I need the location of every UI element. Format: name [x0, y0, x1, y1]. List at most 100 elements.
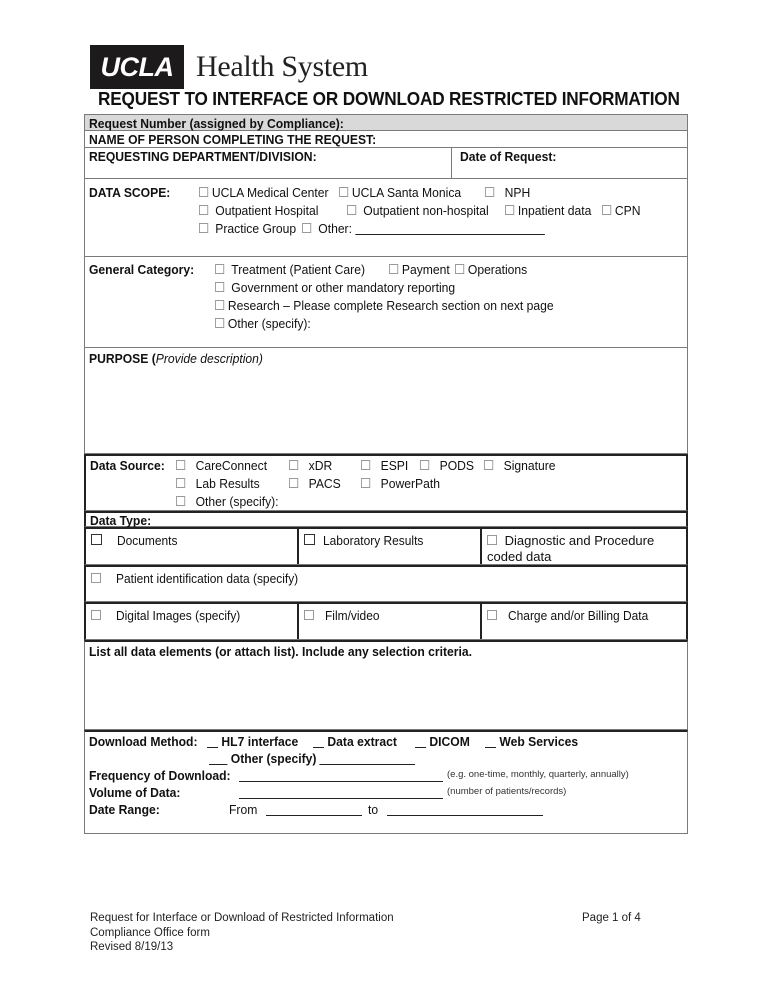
date-to-label: to	[368, 802, 379, 817]
source-careconnect[interactable]: CareConnect	[176, 458, 267, 473]
checkbox-icon	[361, 460, 371, 470]
category-treatment[interactable]: Treatment (Patient Care)	[215, 262, 365, 277]
checkbox-icon	[289, 478, 299, 488]
source-pods[interactable]: PODS	[420, 458, 474, 473]
category-payment[interactable]: Payment	[389, 262, 450, 277]
type-patient-identification[interactable]: Patient identification data (specify)	[86, 567, 686, 601]
scope-nph[interactable]: NPH	[485, 185, 530, 200]
footer-revised: Revised 8/19/13	[90, 941, 174, 953]
date-to-input[interactable]	[387, 802, 543, 817]
footer-form-name: Request for Interface or Download of Res…	[90, 912, 394, 924]
department-label: REQUESTING DEPARTMENT/DIVISION:	[89, 149, 317, 164]
checkbox-icon	[215, 300, 225, 310]
date-range-label: Date Range:	[89, 802, 160, 817]
source-espi[interactable]: ESPI	[361, 458, 408, 473]
date-from-input[interactable]	[266, 802, 362, 817]
data-type-row-1: Documents Laboratory Results Diagnostic …	[84, 527, 688, 565]
checkbox-icon	[176, 478, 186, 488]
checkbox-icon	[304, 534, 315, 545]
checkbox-icon	[199, 205, 209, 215]
type-documents[interactable]: Documents	[86, 529, 299, 564]
download-section: Download Method: HL7 interface Data extr…	[84, 730, 688, 834]
checkbox-icon	[304, 610, 314, 620]
scope-ucla-medical-center[interactable]: UCLA Medical Center	[199, 185, 329, 200]
date-of-request-field[interactable]: Date of Request:	[460, 149, 565, 164]
method-hl7[interactable]: HL7 interface	[207, 734, 298, 749]
method-other-input[interactable]	[319, 752, 416, 765]
source-powerpath[interactable]: PowerPath	[361, 476, 440, 491]
blank-line	[485, 735, 497, 748]
download-method-label: Download Method:	[89, 734, 198, 749]
name-of-person-field[interactable]: NAME OF PERSON COMPLETING THE REQUEST:	[84, 131, 688, 148]
volume-hint: (number of patients/records)	[447, 786, 567, 797]
data-elements-section[interactable]: List all data elements (or attach list).…	[84, 640, 688, 730]
source-xdr[interactable]: xDR	[289, 458, 332, 473]
checkbox-icon	[420, 460, 430, 470]
scope-practice-group[interactable]: Practice Group	[199, 221, 296, 236]
checkbox-icon	[505, 205, 515, 215]
method-dicom[interactable]: DICOM	[415, 734, 470, 749]
scope-cpn[interactable]: CPN	[602, 203, 640, 218]
department-field[interactable]: REQUESTING DEPARTMENT/DIVISION:	[89, 149, 336, 164]
checkbox-icon	[91, 534, 102, 545]
data-scope-section: DATA SCOPE: UCLA Medical Center UCLA San…	[84, 179, 688, 257]
blank-line	[313, 735, 325, 748]
method-web-services[interactable]: Web Services	[485, 734, 578, 749]
checkbox-icon	[361, 478, 371, 488]
footer-info: Request for Interface or Download of Res…	[90, 911, 394, 955]
form-title: REQUEST TO INTERFACE OR DOWNLOAD RESTRIC…	[98, 88, 680, 109]
data-scope-label: DATA SCOPE:	[89, 185, 171, 200]
type-film-video[interactable]: Film/video	[299, 604, 482, 639]
checkbox-icon	[389, 264, 399, 274]
scope-outpatient-hospital[interactable]: Outpatient Hospital	[199, 203, 318, 218]
general-category-section: General Category: Treatment (Patient Car…	[84, 257, 688, 348]
category-other[interactable]: Other (specify):	[215, 316, 311, 331]
date-from-label: From	[229, 802, 258, 817]
scope-other-input[interactable]	[355, 222, 545, 235]
data-elements-label: List all data elements (or attach list).…	[89, 644, 472, 659]
logo-box: UCLA	[90, 45, 184, 89]
frequency-label: Frequency of Download:	[89, 768, 231, 783]
volume-label: Volume of Data:	[89, 785, 181, 800]
category-government[interactable]: Government or other mandatory reporting	[215, 280, 455, 295]
method-data-extract[interactable]: Data extract	[313, 734, 397, 749]
scope-other[interactable]: Other:	[302, 221, 545, 236]
checkbox-icon	[455, 264, 465, 274]
type-laboratory-results[interactable]: Laboratory Results	[299, 529, 482, 564]
scope-inpatient-data[interactable]: Inpatient data	[505, 203, 591, 218]
data-type-row-2: Patient identification data (specify)	[84, 565, 688, 602]
type-charge-billing[interactable]: Charge and/or Billing Data	[482, 604, 686, 639]
ucla-logo: UCLA Health System	[90, 45, 368, 89]
type-diagnostic-procedure[interactable]: Diagnostic and Procedure coded data	[482, 529, 686, 564]
purpose-section[interactable]: PURPOSE (Provide description)	[84, 348, 688, 454]
source-signature[interactable]: Signature	[484, 458, 556, 473]
date-of-request-label: Date of Request:	[460, 149, 557, 164]
source-pacs[interactable]: PACS	[289, 476, 341, 491]
department-row: REQUESTING DEPARTMENT/DIVISION: Date of …	[84, 148, 688, 179]
logo-text: Health System	[196, 50, 368, 83]
page-number: Page 1 of 4	[582, 912, 641, 924]
scope-outpatient-non-hospital[interactable]: Outpatient non-hospital	[347, 203, 489, 218]
type-digital-images[interactable]: Digital Images (specify)	[86, 604, 299, 639]
data-type-row-3: Digital Images (specify) Film/video Char…	[84, 602, 688, 640]
checkbox-icon	[199, 223, 209, 233]
checkbox-icon	[289, 460, 299, 470]
scope-ucla-santa-monica[interactable]: UCLA Santa Monica	[339, 185, 461, 200]
checkbox-icon	[487, 535, 497, 545]
category-operations[interactable]: Operations	[455, 262, 527, 277]
category-research[interactable]: Research – Please complete Research sect…	[215, 298, 554, 313]
request-form: Request Number (assigned by Compliance):…	[84, 114, 688, 834]
frequency-input[interactable]	[239, 768, 443, 783]
checkbox-icon	[215, 264, 225, 274]
volume-input[interactable]	[239, 785, 443, 800]
checkbox-icon	[199, 187, 209, 197]
checkbox-icon	[91, 573, 101, 583]
footer-office: Compliance Office form	[90, 926, 210, 939]
frequency-hint: (e.g. one-time, monthly, quarterly, annu…	[447, 769, 629, 780]
source-other[interactable]: Other (specify):	[176, 494, 279, 509]
checkbox-icon	[215, 318, 225, 328]
checkbox-icon	[176, 496, 186, 506]
request-number-field[interactable]: Request Number (assigned by Compliance):	[84, 114, 688, 131]
method-other[interactable]: Other (specify)	[209, 751, 416, 766]
source-lab-results[interactable]: Lab Results	[176, 476, 260, 491]
